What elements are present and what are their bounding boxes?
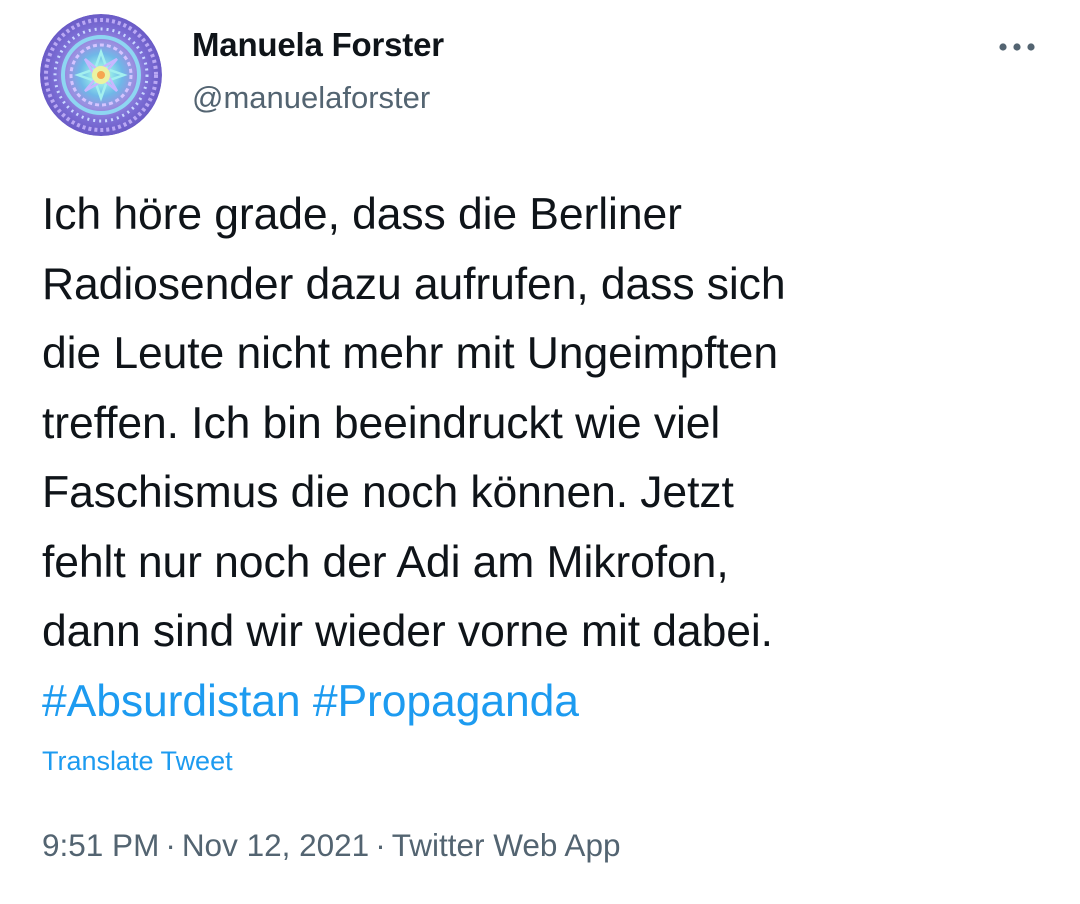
- tweet-text-line: Faschismus die noch können. Jetzt: [42, 468, 734, 517]
- tweet-date[interactable]: Nov 12, 2021: [182, 827, 369, 863]
- more-options-button[interactable]: [994, 30, 1040, 64]
- tweet-text: Ich höre grade, dass die Berliner Radios…: [42, 180, 1052, 736]
- tweet-source[interactable]: Twitter Web App: [392, 827, 621, 863]
- tweet-text-line: Ich höre grade, dass die Berliner: [42, 190, 682, 239]
- tweet-text-line: Radiosender dazu aufrufen, dass sich: [42, 259, 786, 309]
- author-display-name[interactable]: Manuela Forster: [192, 26, 444, 64]
- tweet-text-line: fehlt nur noch der Adi am Mikrofon,: [42, 537, 729, 587]
- tweet-text-line: treffen. Ich bin beeindruckt wie viel: [42, 398, 721, 448]
- tweet: Manuela Forster @manuelaforster Ich höre…: [0, 0, 1080, 904]
- more-horizontal-icon: [999, 43, 1035, 51]
- tweet-metadata: 9:51 PM · Nov 12, 2021 · Twitter Web App: [42, 827, 620, 864]
- translate-tweet-link[interactable]: Translate Tweet: [42, 746, 233, 777]
- mandala-avatar-icon: [40, 14, 162, 136]
- tweet-text-line: die Leute nicht mehr mit Ungeimpften: [42, 329, 778, 378]
- tweet-text-line: dann sind wir wieder vorne mit dabei.: [42, 607, 773, 656]
- hashtag-link-absurdistan[interactable]: #Absurdistan: [42, 677, 301, 726]
- meta-separator: ·: [165, 827, 176, 863]
- author-handle[interactable]: @manuelaforster: [192, 80, 430, 116]
- hashtag-line: #Absurdistan #Propaganda: [42, 667, 1052, 737]
- tweet-time[interactable]: 9:51 PM: [42, 827, 159, 863]
- meta-separator: ·: [375, 827, 386, 863]
- hashtag-link-propaganda[interactable]: #Propaganda: [313, 677, 579, 726]
- avatar[interactable]: [40, 14, 162, 136]
